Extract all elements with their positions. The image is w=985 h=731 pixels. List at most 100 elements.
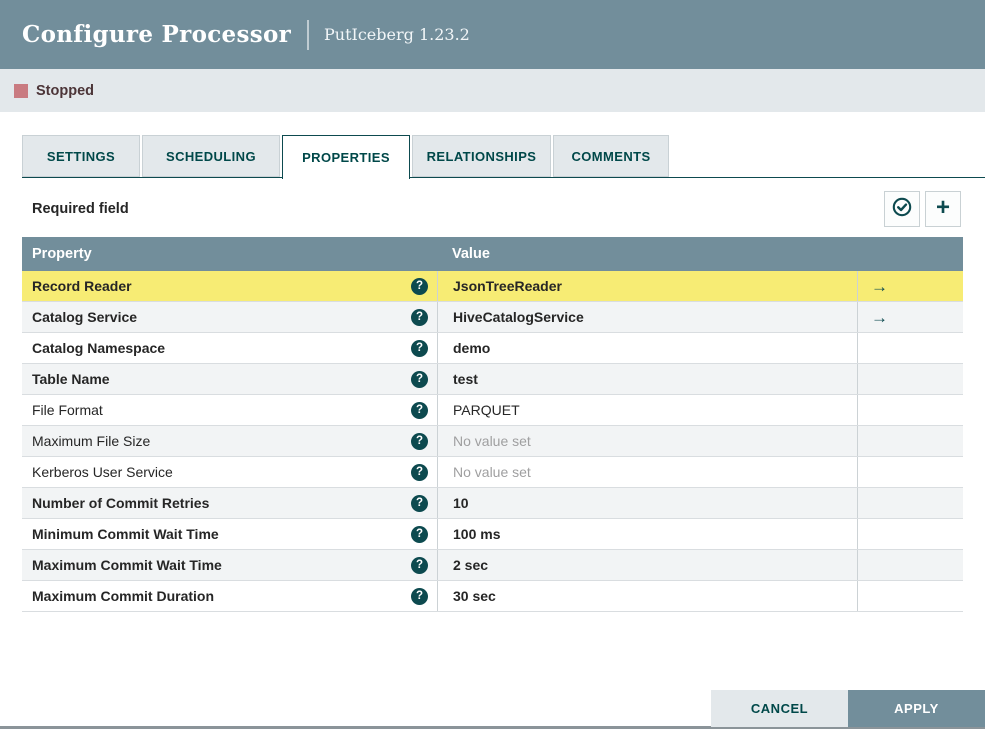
property-name: Table Name — [32, 371, 110, 387]
property-row: Kerberos User Service? No value set — [22, 457, 963, 488]
help-icon[interactable]: ? — [411, 587, 428, 605]
property-name-cell[interactable]: Maximum Commit Duration? — [22, 581, 437, 611]
plus-icon: + — [935, 194, 950, 221]
goto-service-arrow-icon[interactable]: → — [871, 309, 888, 326]
property-name-cell[interactable]: Maximum Commit Wait Time? — [22, 550, 437, 580]
property-row: Table Name? test — [22, 364, 963, 395]
goto-service-cell — [857, 550, 963, 580]
add-property-button[interactable]: + — [925, 191, 961, 227]
goto-service-cell: → — [857, 271, 963, 301]
configure-processor-dialog: Configure Processor PutIceberg 1.23.2 St… — [0, 0, 985, 731]
help-icon[interactable]: ? — [411, 556, 428, 574]
property-name-cell[interactable]: Kerberos User Service? — [22, 457, 437, 487]
property-row: File Format? PARQUET — [22, 395, 963, 426]
check-circle-icon — [891, 196, 913, 223]
property-value: No value set — [453, 464, 531, 480]
property-name: Maximum Commit Duration — [32, 588, 215, 604]
property-value: 30 sec — [453, 588, 496, 604]
tab-properties[interactable]: PROPERTIES — [282, 135, 410, 179]
property-name: Catalog Namespace — [32, 340, 166, 356]
property-value-cell[interactable]: JsonTreeReader — [437, 271, 857, 301]
stopped-icon — [14, 83, 28, 98]
processor-type-version: PutIceberg 1.23.2 — [324, 25, 470, 44]
property-name-cell[interactable]: Table Name? — [22, 364, 437, 394]
status-bar: Stopped — [0, 69, 985, 112]
property-name: Catalog Service — [32, 309, 138, 325]
tab-relationships[interactable]: RELATIONSHIPS — [412, 135, 551, 177]
property-name-cell[interactable]: Maximum File Size? — [22, 426, 437, 456]
property-name-cell[interactable]: Catalog Namespace? — [22, 333, 437, 363]
property-value-cell[interactable]: 10 — [437, 488, 857, 518]
cancel-button[interactable]: CANCEL — [711, 690, 848, 727]
property-name: Minimum Commit Wait Time — [32, 526, 219, 542]
tab-settings[interactable]: SETTINGS — [22, 135, 140, 177]
goto-service-cell: → — [857, 302, 963, 332]
property-value-cell[interactable]: HiveCatalogService — [437, 302, 857, 332]
property-name-cell[interactable]: Number of Commit Retries? — [22, 488, 437, 518]
property-value: demo — [453, 340, 491, 356]
header-divider — [307, 19, 310, 50]
property-value: 2 sec — [453, 557, 489, 573]
help-icon[interactable]: ? — [411, 401, 428, 419]
required-field-label: Required field — [32, 201, 129, 217]
goto-service-cell — [857, 519, 963, 549]
help-icon[interactable]: ? — [411, 463, 428, 481]
property-value: JsonTreeReader — [453, 278, 562, 294]
property-value: No value set — [453, 433, 531, 449]
property-name-cell[interactable]: Record Reader? — [22, 271, 437, 301]
property-value-cell[interactable]: PARQUET — [437, 395, 857, 425]
goto-service-cell — [857, 364, 963, 394]
goto-service-cell — [857, 333, 963, 363]
property-name-cell[interactable]: File Format? — [22, 395, 437, 425]
help-icon[interactable]: ? — [411, 370, 428, 388]
property-value-cell[interactable]: demo — [437, 333, 857, 363]
goto-service-cell — [857, 488, 963, 518]
help-icon[interactable]: ? — [411, 277, 428, 295]
goto-service-cell — [857, 581, 963, 611]
property-row: Catalog Service? HiveCatalogService → — [22, 302, 963, 333]
help-icon[interactable]: ? — [411, 525, 428, 543]
property-value: test — [453, 371, 478, 387]
dialog-title: Configure Processor — [22, 21, 292, 48]
property-row: Record Reader? JsonTreeReader → — [22, 271, 963, 302]
properties-table-body: Record Reader? JsonTreeReader → Catalog Ser… — [22, 271, 963, 612]
property-value-cell[interactable]: 2 sec — [437, 550, 857, 580]
tab-scheduling[interactable]: SCHEDULING — [142, 135, 280, 177]
goto-service-cell — [857, 457, 963, 487]
properties-table: Property Value Record Reader? JsonTreeRea… — [22, 237, 963, 612]
property-value-cell[interactable]: 100 ms — [437, 519, 857, 549]
property-row: Maximum Commit Duration? 30 sec — [22, 581, 963, 612]
property-row: Minimum Commit Wait Time? 100 ms — [22, 519, 963, 550]
help-icon[interactable]: ? — [411, 494, 428, 512]
apply-button[interactable]: APPLY — [848, 690, 985, 727]
help-icon[interactable]: ? — [411, 339, 428, 357]
table-header-row: Property Value — [22, 237, 963, 271]
status-label: Stopped — [36, 82, 94, 99]
property-value-cell[interactable]: 30 sec — [437, 581, 857, 611]
property-name: Number of Commit Retries — [32, 495, 210, 511]
dialog-header: Configure Processor PutIceberg 1.23.2 — [0, 0, 985, 69]
property-row: Maximum Commit Wait Time? 2 sec — [22, 550, 963, 581]
property-name: Maximum File Size — [32, 433, 151, 449]
property-row: Maximum File Size? No value set — [22, 426, 963, 457]
column-header-property: Property — [32, 246, 92, 262]
property-value: HiveCatalogService — [453, 309, 584, 325]
help-icon[interactable]: ? — [411, 308, 428, 326]
column-header-value: Value — [452, 246, 490, 262]
goto-service-cell — [857, 395, 963, 425]
property-value-cell[interactable]: No value set — [437, 457, 857, 487]
property-row: Catalog Namespace? demo — [22, 333, 963, 364]
goto-service-cell — [857, 426, 963, 456]
tab-bar: SETTINGS SCHEDULING PROPERTIES RELATIONS… — [22, 135, 985, 179]
property-name: File Format — [32, 402, 103, 418]
property-name-cell[interactable]: Catalog Service? — [22, 302, 437, 332]
property-value-cell[interactable]: No value set — [437, 426, 857, 456]
tab-comments[interactable]: COMMENTS — [553, 135, 669, 177]
property-name-cell[interactable]: Minimum Commit Wait Time? — [22, 519, 437, 549]
goto-service-arrow-icon[interactable]: → — [871, 278, 888, 295]
verify-properties-button[interactable] — [884, 191, 920, 227]
property-name: Maximum Commit Wait Time — [32, 557, 222, 573]
property-value-cell[interactable]: test — [437, 364, 857, 394]
help-icon[interactable]: ? — [411, 432, 428, 450]
property-value: PARQUET — [453, 402, 520, 418]
